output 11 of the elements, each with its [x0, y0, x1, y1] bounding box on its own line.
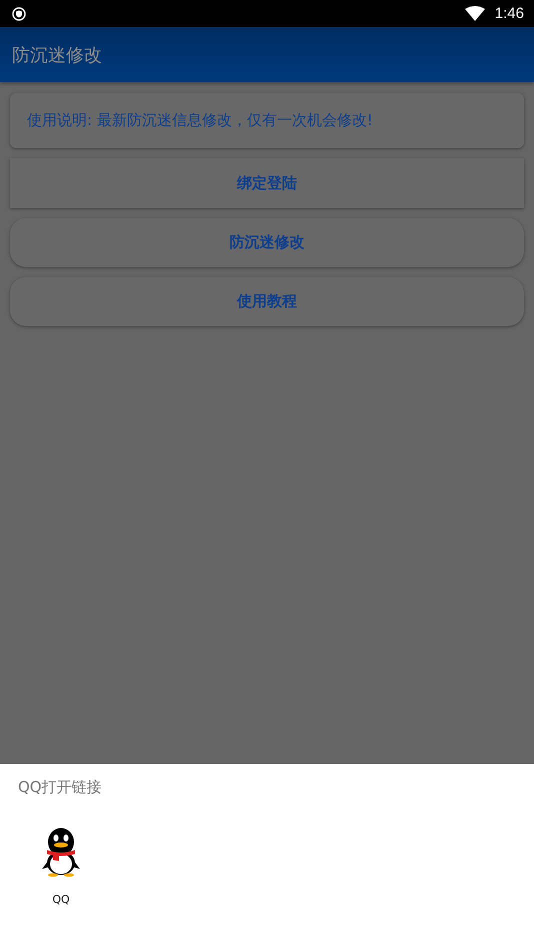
action-button[interactable]: 防沉迷修改: [10, 218, 524, 267]
sheet-title: QQ打开链接: [18, 778, 103, 797]
wifi-icon: [464, 6, 485, 21]
action-button[interactable]: 使用教程: [10, 277, 524, 326]
notice-card: 使用说明: 最新防沉迷信息修改，仅有一次机会修改!: [10, 93, 524, 148]
clock-time: 1:46: [494, 5, 524, 22]
penguin-icon: [40, 827, 82, 877]
app-option[interactable]: QQ: [29, 827, 93, 906]
shield-icon: [12, 6, 26, 20]
action-button[interactable]: 绑定登陆: [10, 158, 524, 208]
app-title: 防沉迷修改: [12, 44, 102, 66]
